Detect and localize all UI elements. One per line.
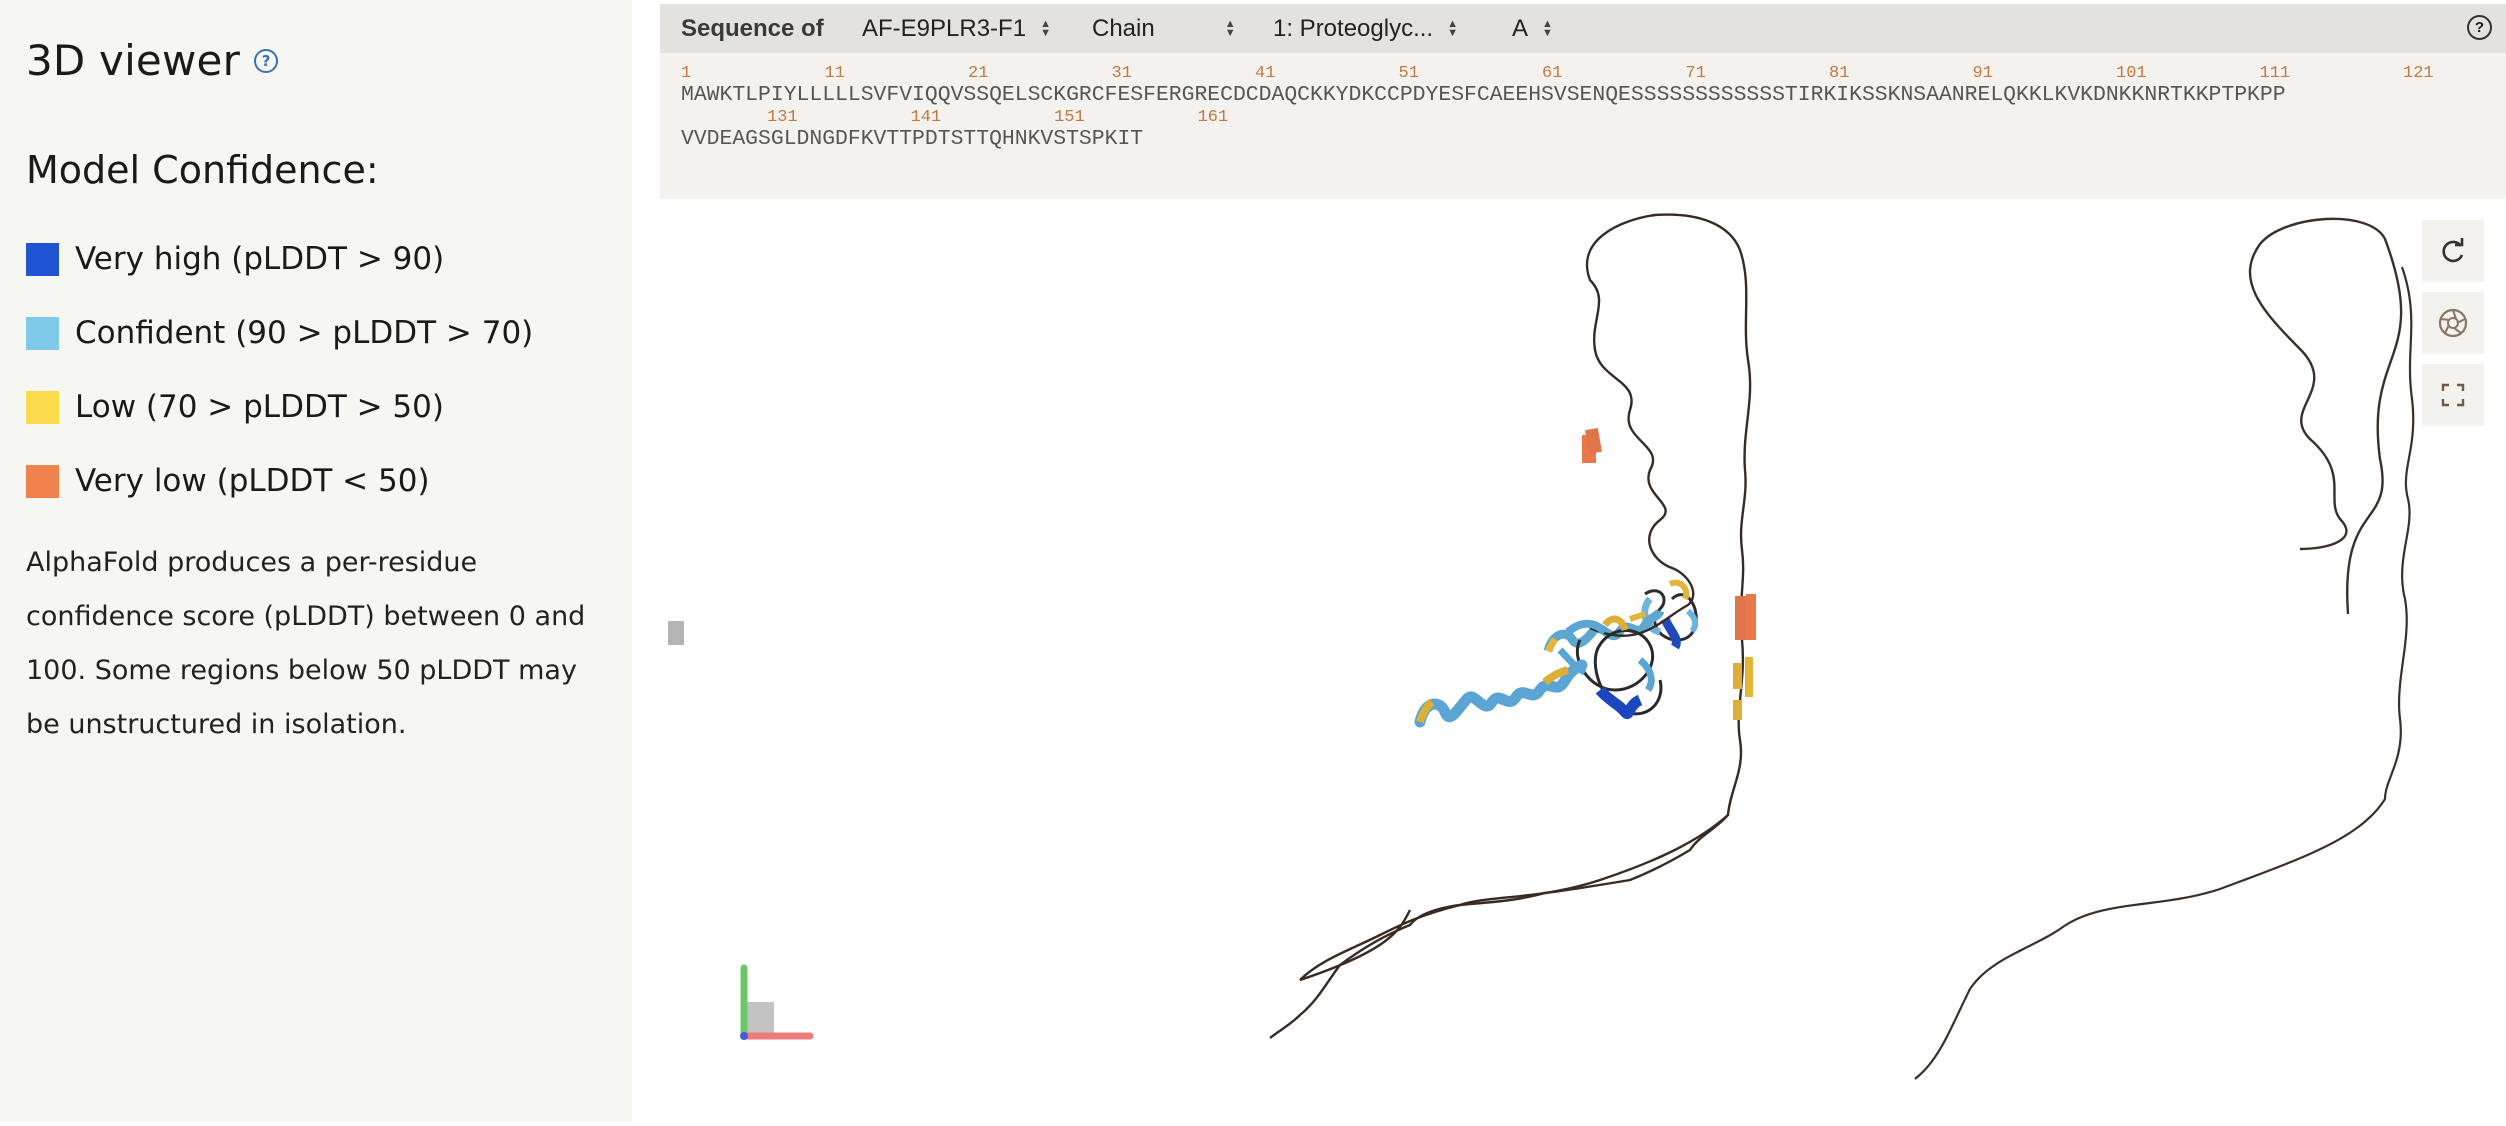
legend-swatch [26, 390, 59, 424]
chevron-updown-icon: ▲ ▼ [1224, 18, 1236, 39]
residue-number: 41 [1255, 64, 1276, 83]
axis-indicator [668, 621, 684, 645]
residue-number: 161 [1197, 108, 1229, 127]
residue-number: 131 [767, 108, 798, 127]
sequence-help-icon[interactable]: ? [2467, 15, 2492, 40]
confidence-description: AlphaFold produces a per-residue confide… [26, 547, 586, 740]
residue-number: 1 [681, 64, 692, 83]
title-row: 3D viewer ? [26, 36, 279, 85]
legend-label: Very low (pLDDT < 50) [75, 463, 430, 499]
fullscreen-button[interactable] [2422, 364, 2484, 426]
chevron-updown-icon: ▲ ▼ [1447, 18, 1458, 39]
residue-number: 71 [1685, 64, 1706, 83]
residue-number: 151 [1054, 108, 1085, 127]
confidence-title: Model Confidence: [26, 148, 379, 192]
residue-number: 81 [1829, 64, 1850, 83]
legend-swatch [26, 242, 59, 276]
n-terminal-helix [1543, 608, 1665, 653]
confidence-legend: Very high (pLDDT > 90) Confident (90 > pL… [26, 222, 533, 518]
residue-number: 121 [2403, 64, 2434, 83]
residue-number: 51 [1398, 64, 1419, 83]
residue-sequence[interactable]: MAWKTLPIYLLLLLSVFVIQQVSSQELSCKGRCFESFERG… [681, 83, 2286, 107]
entity-select-value: 1: Proteoglyc... [1273, 15, 1434, 42]
residue-number: 91 [1972, 64, 1993, 83]
legend-item: Very high (pLDDT > 90) [26, 222, 533, 296]
legend-swatch [26, 316, 59, 350]
page-title: 3D viewer [26, 36, 241, 85]
legend-item: Very low (pLDDT < 50) [26, 444, 533, 518]
residue-number: 101 [2116, 64, 2147, 83]
chain-select[interactable]: A ▲ ▼ [1512, 15, 1553, 43]
sequence-panel: Sequence of AF-E9PLR3-F1 ▲ ▼ Chain ▲ ▼ 1: … [660, 4, 2506, 199]
chain-type-select[interactable]: Chain ▲ ▼ [1092, 15, 1236, 43]
chain-type-select-value: Chain [1092, 15, 1155, 42]
left-panel: 3D viewer ? Model Confidence: Very high … [0, 0, 632, 1122]
chevron-updown-icon: ▲ ▼ [1542, 18, 1553, 39]
structure-viewport[interactable] [660, 199, 2506, 1122]
residue-number: 11 [824, 64, 845, 83]
refresh-icon [2442, 238, 2464, 263]
residue-number: 61 [1542, 64, 1563, 83]
legend-label: Very high (pLDDT > 90) [75, 241, 445, 277]
very-low-segment [1582, 435, 1596, 463]
legend-item: Confident (90 > pLDDT > 70) [26, 296, 533, 370]
chain-select-value: A [1512, 15, 1529, 42]
legend-label: Low (70 > pLDDT > 50) [75, 389, 444, 425]
residue-number: 31 [1111, 64, 1132, 83]
low-segment [1745, 657, 1753, 697]
reset-view-button[interactable] [2422, 220, 2484, 282]
legend-swatch [26, 464, 59, 498]
legend-item: Low (70 > pLDDT > 50) [26, 370, 533, 444]
residue-number: 141 [910, 108, 942, 127]
protein-structure-render[interactable] [660, 199, 2506, 1122]
screenshot-button[interactable] [2422, 292, 2484, 354]
model-select[interactable]: AF-E9PLR3-F1 ▲ ▼ [862, 15, 1051, 43]
chevron-updown-icon: ▲ ▼ [1040, 18, 1051, 39]
model-select-value: AF-E9PLR3-F1 [862, 15, 1027, 42]
help-icon[interactable]: ? [254, 48, 279, 73]
legend-label: Confident (90 > pLDDT > 70) [75, 315, 534, 351]
expand-icon [2441, 383, 2465, 407]
entity-select[interactable]: 1: Proteoglyc... ▲ ▼ [1273, 15, 1458, 43]
sequence-label: Sequence of [681, 15, 824, 42]
residue-sequence[interactable]: VVDEAGSGLDNGDFKVTTPDTSTTQHNKVSTSPKIT [681, 127, 1143, 151]
camera-aperture-icon [2438, 308, 2468, 338]
residue-number: 111 [2259, 64, 2291, 83]
sequence-header: Sequence of AF-E9PLR3-F1 ▲ ▼ Chain ▲ ▼ 1: … [660, 4, 2506, 53]
very-low-segment [1746, 594, 1756, 640]
residue-number: 21 [968, 64, 989, 83]
